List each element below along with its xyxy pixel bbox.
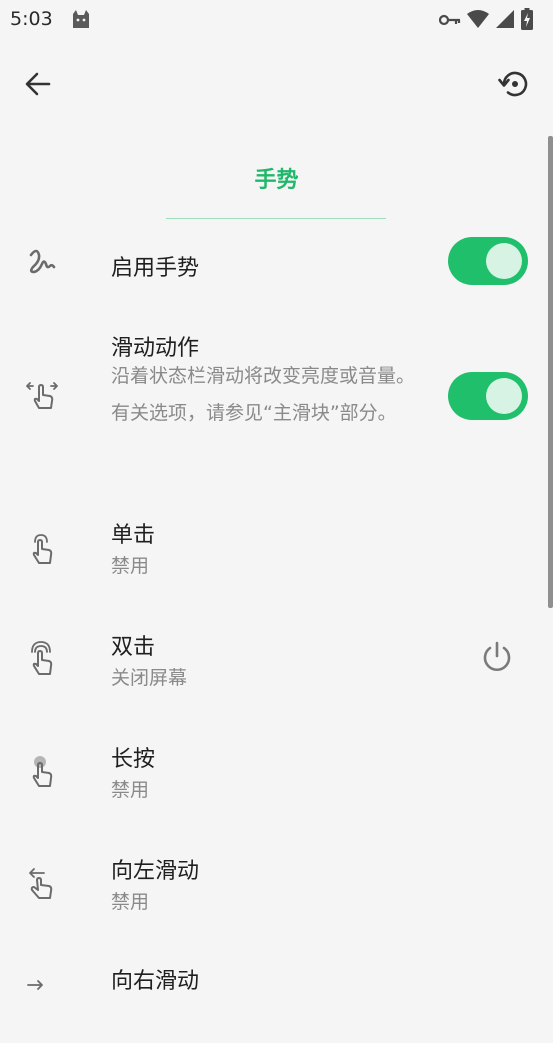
swipe-horizontal-hand-icon <box>22 376 62 416</box>
status-icons <box>438 8 533 34</box>
squiggle-gesture-icon <box>22 242 62 282</box>
long-press-hand-icon <box>22 751 62 791</box>
swipe-right-row[interactable]: 向右滑动 <box>0 953 553 1043</box>
restore-icon <box>498 67 532 105</box>
cat-icon <box>70 8 92 30</box>
single-tap-hand-icon <box>22 529 62 569</box>
single-tap-value: 禁用 <box>111 555 150 577</box>
double-tap-hand-icon <box>22 639 62 679</box>
swipe-actions-toggle[interactable] <box>448 372 528 420</box>
enable-gestures-toggle[interactable] <box>448 237 528 285</box>
restore-defaults-button[interactable] <box>495 66 535 106</box>
swipe-left-hand-icon <box>22 863 62 903</box>
arrow-left-icon <box>24 70 52 102</box>
status-time: 5:03 <box>10 8 53 30</box>
wifi-icon <box>467 9 489 33</box>
swipe-actions-row[interactable]: 滑动动作 沿着状态栏滑动将改变亮度或音量。 有关选项，请参见“主滑块”部分。 <box>0 320 553 480</box>
back-button[interactable] <box>18 66 58 106</box>
signal-icon <box>495 9 515 33</box>
key-icon <box>438 12 461 31</box>
swipe-right-hand-icon <box>22 975 62 1015</box>
swipe-actions-description: 沿着状态栏滑动将改变亮度或音量。 有关选项，请参见“主滑块”部分。 <box>111 365 416 424</box>
section-title: 手势 <box>254 168 299 193</box>
double-tap-label: 双击 <box>111 635 156 660</box>
swipe-left-label: 向左滑动 <box>111 859 200 884</box>
power-icon[interactable] <box>477 637 517 677</box>
single-tap-row[interactable]: 单击 禁用 <box>0 505 553 595</box>
long-press-row[interactable]: 长按 禁用 <box>0 729 553 819</box>
double-tap-row[interactable]: 双击 关闭屏幕 <box>0 617 553 707</box>
single-tap-label: 单击 <box>111 523 156 548</box>
swipe-left-row[interactable]: 向左滑动 禁用 <box>0 841 553 931</box>
double-tap-value: 关闭屏幕 <box>111 667 188 689</box>
battery-charging-icon <box>521 8 533 34</box>
section-divider <box>166 218 386 219</box>
status-bar: 5:03 <box>0 0 553 40</box>
toggle-knob <box>486 243 522 279</box>
toggle-knob <box>486 378 522 414</box>
enable-gestures-row[interactable]: 启用手势 <box>0 230 553 300</box>
toolbar <box>0 40 553 132</box>
long-press-label: 长按 <box>111 747 156 772</box>
long-press-value: 禁用 <box>111 779 150 801</box>
swipe-left-value: 禁用 <box>111 891 150 913</box>
enable-gestures-label: 启用手势 <box>111 256 200 281</box>
swipe-right-label: 向右滑动 <box>111 969 200 994</box>
